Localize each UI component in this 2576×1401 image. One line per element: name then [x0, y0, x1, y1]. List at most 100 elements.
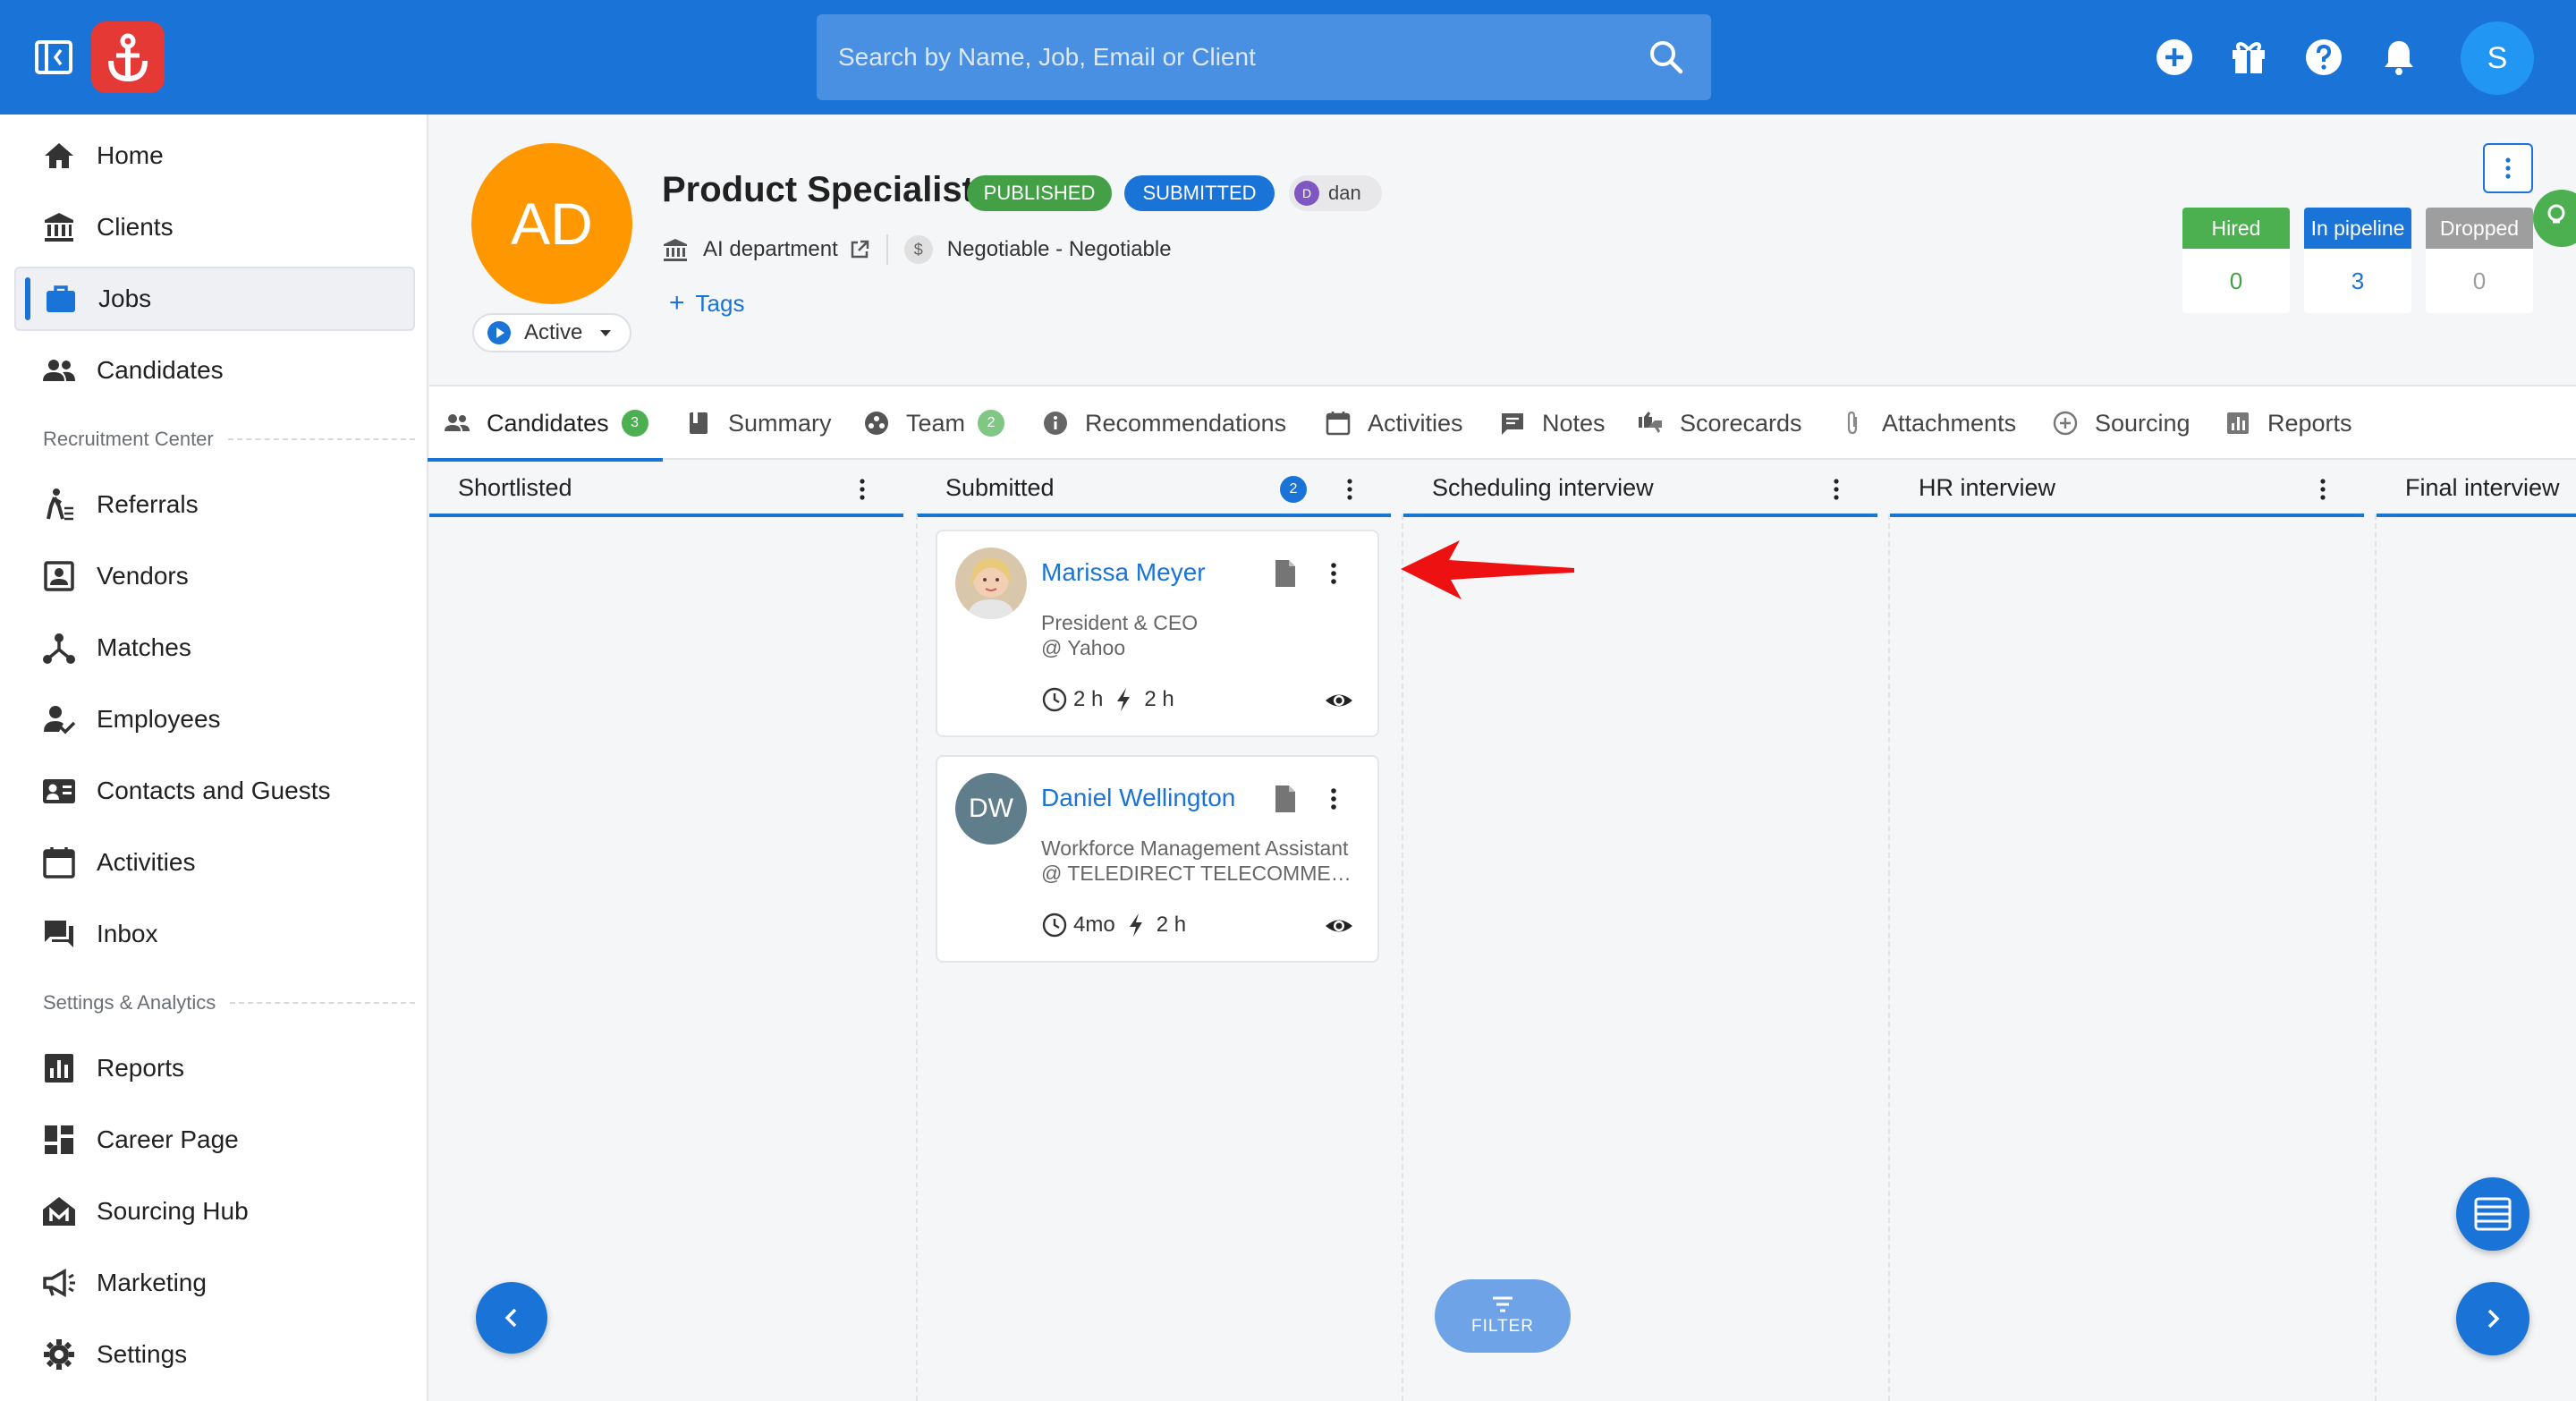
candidate-name[interactable]: Daniel Wellington	[1041, 784, 1235, 812]
help-icon[interactable]	[2302, 36, 2345, 79]
sidebar-item-career-page[interactable]: Career Page	[14, 1108, 415, 1172]
gift-icon[interactable]	[2227, 36, 2270, 79]
sidebar-toggle-icon[interactable]	[34, 39, 73, 75]
section-settings-analytics: Settings & Analytics	[43, 989, 415, 1016]
sidebar-item-label: Home	[97, 141, 164, 169]
sidebar-item-label: Marketing	[97, 1269, 207, 1296]
sidebar-item-label: Candidates	[97, 356, 224, 384]
more-vert-icon[interactable]	[1320, 784, 1347, 814]
tab-activities[interactable]: Activities	[1325, 386, 1463, 460]
global-search	[817, 14, 1711, 100]
filter-button[interactable]: FILTER	[1435, 1279, 1571, 1353]
contacts-icon	[43, 779, 75, 803]
sidebar-item-marketing[interactable]: Marketing	[14, 1251, 415, 1315]
candidate-card[interactable]: DW Daniel Wellington Workforce Managemen…	[936, 755, 1379, 963]
add-circle-icon[interactable]	[2153, 36, 2196, 79]
filter-label: FILTER	[1470, 1317, 1535, 1336]
tab-scorecards[interactable]: Scorecards	[1637, 386, 1802, 460]
bell-icon[interactable]	[2377, 36, 2420, 79]
home-icon	[45, 143, 73, 168]
external-link-icon[interactable]	[849, 239, 870, 260]
scroll-right-button[interactable]	[2456, 1282, 2529, 1355]
job-status-label: Active	[524, 320, 583, 344]
view-toggle-button[interactable]	[2456, 1177, 2529, 1251]
sidebar-item-home[interactable]: Home	[14, 123, 415, 188]
sidebar-item-label: Reports	[97, 1054, 185, 1082]
tab-attachments[interactable]: Attachments	[1839, 386, 2016, 460]
stat-value: 3	[2351, 267, 2365, 294]
department-name[interactable]: AI department	[703, 237, 838, 262]
job-title: Product Specialist	[662, 170, 974, 209]
sidebar-item-jobs[interactable]: Jobs	[14, 267, 415, 331]
search-icon[interactable]	[1645, 36, 1688, 79]
note-icon	[1502, 413, 1523, 435]
sidebar-item-reports[interactable]: Reports	[14, 1036, 415, 1100]
more-vert-icon[interactable]	[850, 477, 875, 502]
tab-label: Attachments	[1882, 409, 2017, 437]
candidate-title: Workforce Management Assistant	[1041, 836, 1349, 860]
user-avatar[interactable]: S	[2461, 21, 2534, 95]
stat-hired[interactable]: Hired 0	[2182, 208, 2290, 313]
calendar-icon	[1326, 412, 1351, 436]
tab-notes[interactable]: Notes	[1499, 386, 1606, 460]
calendar-icon	[43, 847, 75, 879]
lightbulb-icon[interactable]	[2533, 190, 2576, 247]
sidebar-item-clients[interactable]: Clients	[14, 195, 415, 259]
sidebar-item-label: Activities	[97, 848, 196, 876]
sidebar-item-sourcing-hub[interactable]: Sourcing Hub	[14, 1179, 415, 1244]
sidebar-item-inbox[interactable]: Inbox	[14, 902, 415, 966]
column-title: Shortlisted	[458, 473, 572, 501]
add-tags-button[interactable]: + Tags	[669, 288, 744, 318]
more-vert-icon[interactable]	[1824, 477, 1849, 502]
scroll-left-button[interactable]	[476, 1282, 547, 1354]
tags-label: Tags	[695, 289, 745, 317]
app-logo[interactable]	[91, 21, 165, 93]
candidate-card[interactable]: Marissa Meyer President & CEO @ Yahoo 2 …	[936, 530, 1379, 737]
published-chip[interactable]: PUBLISHED	[967, 175, 1112, 211]
document-icon[interactable]	[1272, 558, 1299, 589]
sidebar-item-contacts-and-guests[interactable]: Contacts and Guests	[14, 759, 415, 823]
candidate-company: @ TELEDIRECT TELECOMMERCE	[1041, 862, 1363, 885]
tab-recommendations[interactable]: Recommendations	[1042, 386, 1286, 460]
tab-team[interactable]: Team 2	[863, 386, 1005, 460]
sidebar-item-vendors[interactable]: Vendors	[14, 544, 415, 608]
eye-icon[interactable]	[1324, 913, 1354, 939]
search-input[interactable]	[838, 14, 1643, 100]
tab-reports[interactable]: Reports	[2224, 386, 2352, 460]
sidebar-item-activities[interactable]: Activities	[14, 830, 415, 895]
column-header: HR interview	[1890, 462, 2364, 517]
more-vert-icon[interactable]	[2310, 477, 2335, 502]
eye-icon[interactable]	[1324, 687, 1354, 714]
sourcing-hub-icon	[43, 1197, 75, 1226]
more-vert-icon[interactable]	[1320, 558, 1347, 589]
candidate-name[interactable]: Marissa Meyer	[1041, 558, 1206, 587]
sidebar-item-label: Sourcing Hub	[97, 1197, 249, 1225]
stat-value: 0	[2229, 267, 2243, 294]
list-view-icon	[2474, 1197, 2512, 1231]
contact-card-icon	[44, 561, 74, 591]
document-icon[interactable]	[1272, 784, 1299, 814]
gear-icon	[44, 1339, 74, 1370]
clock-icon	[1042, 687, 1067, 712]
sidebar-item-label: Matches	[97, 633, 191, 661]
sidebar-item-matches[interactable]: Matches	[14, 616, 415, 680]
tab-label: Scorecards	[1680, 409, 1802, 437]
owner-chip[interactable]: D dan	[1289, 175, 1382, 211]
more-vert-icon[interactable]	[1337, 477, 1362, 502]
tab-summary[interactable]: Summary	[685, 386, 832, 460]
stat-dropped[interactable]: Dropped 0	[2426, 208, 2533, 313]
job-status-select[interactable]: Active	[472, 313, 631, 352]
job-more-button[interactable]	[2483, 143, 2533, 193]
sidebar-item-referrals[interactable]: Referrals	[14, 472, 415, 537]
section-recruitment-center: Recruitment Center	[43, 426, 415, 453]
sidebar-item-settings[interactable]: Settings	[14, 1322, 415, 1387]
sidebar-item-employees[interactable]: Employees	[14, 687, 415, 751]
tab-sourcing[interactable]: Sourcing	[2052, 386, 2190, 460]
sidebar-item-candidates[interactable]: Candidates	[14, 338, 415, 403]
more-vert-icon	[2505, 157, 2511, 179]
stat-in-pipeline[interactable]: In pipeline 3	[2304, 208, 2411, 313]
tab-candidates[interactable]: Candidates 3	[428, 386, 663, 462]
column-title: Scheduling interview	[1432, 473, 1654, 501]
submitted-chip[interactable]: SUBMITTED	[1124, 175, 1275, 211]
pipeline-column-shortlisted: Shortlisted	[429, 462, 903, 1401]
